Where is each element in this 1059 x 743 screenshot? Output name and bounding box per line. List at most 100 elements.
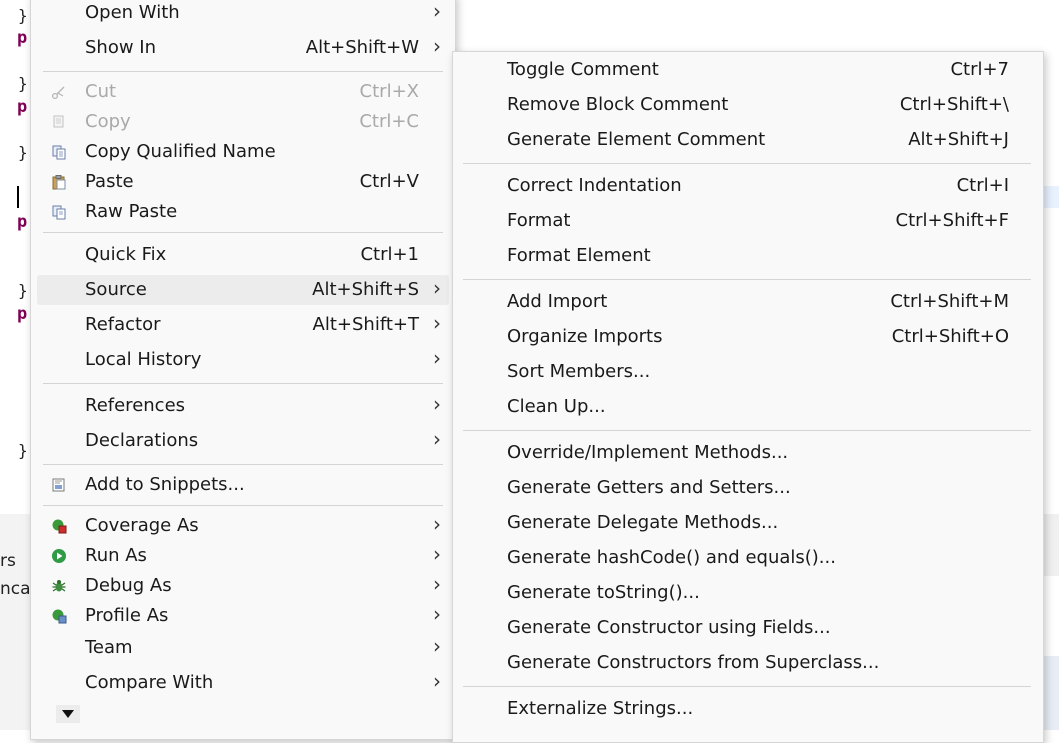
menu-item-show-in[interactable]: Show In Alt+Shift+W › [37, 33, 449, 63]
menu-item-label: Toggle Comment [507, 59, 659, 80]
submenu-item-clean-up[interactable]: Clean Up... [459, 392, 1037, 422]
menu-item-shortcut: Alt+Shift+T [312, 314, 419, 335]
menu-item-team[interactable]: Team › [37, 633, 449, 663]
submenu-item-generate-hashcode-equals[interactable]: Generate hashCode() and equals()... [459, 543, 1037, 573]
submenu-item-externalize-strings[interactable]: Externalize Strings... [459, 694, 1037, 724]
submenu-item-generate-delegate-methods[interactable]: Generate Delegate Methods... [459, 508, 1037, 538]
menu-item-label: Coverage As [85, 515, 199, 536]
submenu-item-format-element[interactable]: Format Element [459, 241, 1037, 271]
menu-item-shortcut: Alt+Shift+W [305, 37, 419, 58]
submenu-item-add-import[interactable]: Add Import Ctrl+Shift+M [459, 287, 1037, 317]
code-brace: } [18, 6, 28, 25]
right-panel-strip [1043, 514, 1059, 576]
submenu-item-generate-constructors-superclass[interactable]: Generate Constructors from Superclass... [459, 648, 1037, 678]
menu-item-compare-with[interactable]: Compare With › [37, 668, 449, 698]
menu-item-label: Copy Qualified Name [85, 141, 276, 162]
menu-item-label: Format Element [507, 245, 651, 266]
chevron-right-icon: › [433, 572, 441, 596]
menu-separator [43, 505, 443, 506]
chevron-right-icon: › [433, 34, 441, 58]
menu-item-coverage-as[interactable]: Coverage As › [37, 511, 449, 541]
menu-item-declarations[interactable]: Declarations › [37, 426, 449, 456]
chevron-right-icon: › [433, 311, 441, 335]
copy-qualified-icon [51, 144, 67, 160]
profile-icon [51, 608, 67, 624]
submenu-item-format[interactable]: Format Ctrl+Shift+F [459, 206, 1037, 236]
menu-item-shortcut: Ctrl+X [359, 81, 419, 102]
menu-item-quick-fix[interactable]: Quick Fix Ctrl+1 [37, 240, 449, 270]
menu-item-label: Remove Block Comment [507, 94, 729, 115]
menu-item-shortcut: Ctrl+C [359, 111, 419, 132]
menu-item-raw-paste[interactable]: Raw Paste [37, 197, 449, 227]
menu-item-label: Declarations [85, 430, 199, 451]
menu-item-references[interactable]: References › [37, 391, 449, 421]
submenu-item-generate-constructor-fields[interactable]: Generate Constructor using Fields... [459, 613, 1037, 643]
menu-item-label: Generate Delegate Methods... [507, 512, 779, 533]
menu-item-label: Generate Element Comment [507, 129, 766, 150]
menu-item-label: Profile As [85, 605, 169, 626]
menu-item-label: Refactor [85, 314, 161, 335]
menu-item-label: Clean Up... [507, 396, 606, 417]
raw-paste-icon [51, 204, 67, 220]
menu-item-shortcut: Ctrl+7 [950, 59, 1009, 80]
menu-separator [463, 430, 1031, 431]
submenu-item-generate-tostring[interactable]: Generate toString()... [459, 578, 1037, 608]
menu-separator [463, 279, 1031, 280]
menu-item-profile-as[interactable]: Profile As › [37, 601, 449, 631]
scissors-icon [51, 84, 67, 100]
menu-separator [43, 464, 443, 465]
submenu-item-organize-imports[interactable]: Organize Imports Ctrl+Shift+O [459, 322, 1037, 352]
menu-item-refactor[interactable]: Refactor Alt+Shift+T › [37, 310, 449, 340]
coverage-icon [51, 518, 67, 534]
menu-item-shortcut: Ctrl+V [359, 171, 419, 192]
menu-item-source[interactable]: Source Alt+Shift+S › [37, 275, 449, 305]
menu-item-copy[interactable]: Copy Ctrl+C [37, 107, 449, 137]
menu-item-add-to-snippets[interactable]: Add to Snippets... [37, 470, 449, 500]
menu-item-local-history[interactable]: Local History › [37, 345, 449, 375]
code-brace: } [18, 74, 28, 93]
menu-item-cut[interactable]: Cut Ctrl+X [37, 77, 449, 107]
menu-item-shortcut: Ctrl+Shift+O [891, 326, 1009, 347]
source-submenu: Toggle Comment Ctrl+7 Remove Block Comme… [452, 51, 1044, 743]
menu-item-label: Format [507, 210, 571, 231]
chevron-right-icon: › [433, 276, 441, 300]
menu-item-label: Quick Fix [85, 244, 167, 265]
menu-item-debug-as[interactable]: Debug As › [37, 571, 449, 601]
run-icon [51, 548, 67, 564]
menu-item-label: Open With [85, 2, 180, 23]
menu-item-shortcut: Ctrl+Shift+F [895, 210, 1009, 231]
menu-item-label: Add to Snippets... [85, 474, 245, 495]
menu-item-shortcut: Ctrl+Shift+\ [899, 94, 1009, 115]
menu-item-copy-qualified-name[interactable]: Copy Qualified Name [37, 137, 449, 167]
menu-item-label: Generate Getters and Setters... [507, 477, 791, 498]
chevron-right-icon: › [433, 634, 441, 658]
submenu-item-sort-members[interactable]: Sort Members... [459, 357, 1037, 387]
menu-scroll-down-button[interactable] [56, 705, 80, 723]
bottom-tab-label[interactable]: rs [0, 551, 16, 571]
submenu-item-generate-element-comment[interactable]: Generate Element Comment Alt+Shift+J [459, 125, 1037, 155]
code-keyword: p [17, 304, 28, 324]
menu-item-open-with[interactable]: Open With › [37, 0, 449, 28]
bottom-panel-text: nca [0, 579, 31, 599]
menu-item-run-as[interactable]: Run As › [37, 541, 449, 571]
debug-bug-icon [51, 578, 67, 594]
submenu-item-override-implement-methods[interactable]: Override/Implement Methods... [459, 438, 1037, 468]
menu-item-label: Sort Members... [507, 361, 651, 382]
chevron-right-icon: › [433, 0, 441, 23]
text-caret [17, 186, 19, 208]
menu-item-label: Show In [85, 37, 157, 58]
submenu-item-correct-indentation[interactable]: Correct Indentation Ctrl+I [459, 171, 1037, 201]
chevron-right-icon: › [433, 542, 441, 566]
submenu-item-remove-block-comment[interactable]: Remove Block Comment Ctrl+Shift+\ [459, 90, 1037, 120]
menu-item-paste[interactable]: Paste Ctrl+V [37, 167, 449, 197]
menu-item-label: Debug As [85, 575, 172, 596]
code-keyword: p [17, 212, 28, 232]
code-keyword: p [17, 28, 28, 48]
menu-item-shortcut: Ctrl+Shift+M [890, 291, 1009, 312]
menu-item-label: References [85, 395, 186, 416]
menu-item-label: Local History [85, 349, 202, 370]
menu-item-label: Run As [85, 545, 147, 566]
menu-item-label: Paste [85, 171, 134, 192]
submenu-item-generate-getters-setters[interactable]: Generate Getters and Setters... [459, 473, 1037, 503]
submenu-item-toggle-comment[interactable]: Toggle Comment Ctrl+7 [459, 55, 1037, 85]
